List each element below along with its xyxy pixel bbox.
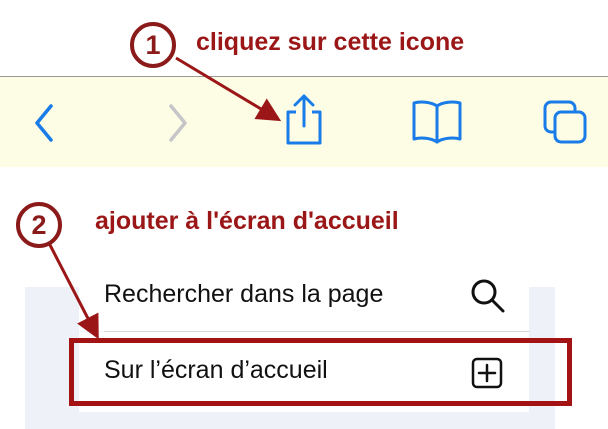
- step-1-instruction: cliquez sur cette icone: [196, 28, 465, 56]
- step-2-badge: 2: [16, 202, 62, 248]
- step-2-instruction: ajouter à l'écran d'accueil: [95, 207, 399, 235]
- arrow-step2: [48, 244, 99, 340]
- step-1-badge: 1: [130, 22, 176, 68]
- arrow-step1: [175, 56, 282, 122]
